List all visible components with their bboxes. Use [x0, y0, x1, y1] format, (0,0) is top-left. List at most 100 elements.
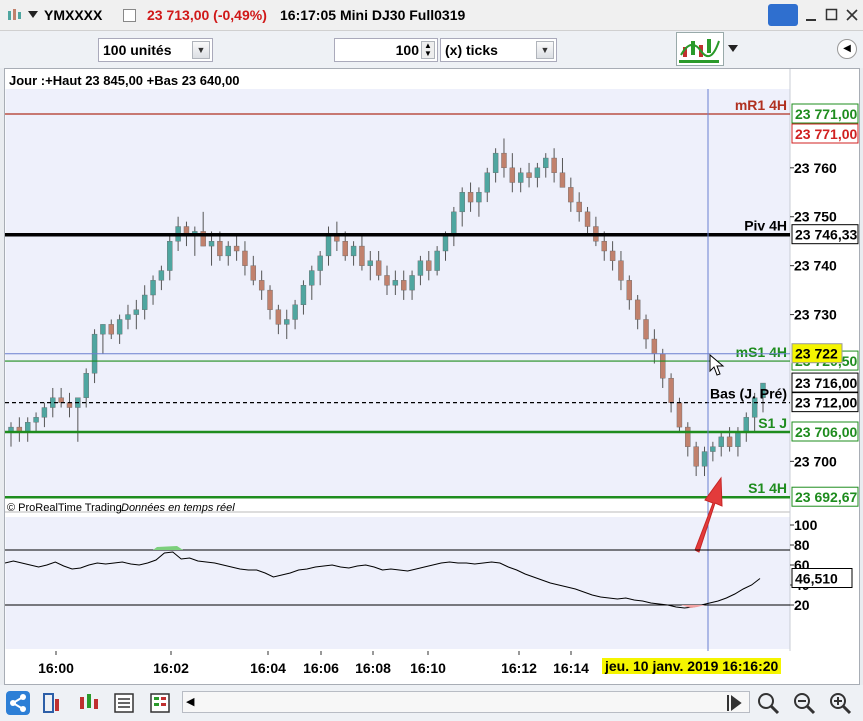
keyboard-icon[interactable]	[768, 4, 798, 26]
candle-body	[66, 402, 73, 408]
toolbar: 100 unités ▼ 100 ▲ ▼ (x) ticks ▼ ◀	[0, 31, 863, 68]
candle-body	[618, 260, 624, 281]
candle-body	[626, 280, 633, 301]
time-tick-label: 16:04	[250, 660, 286, 676]
candle-body	[701, 451, 708, 467]
candle-body	[501, 152, 507, 169]
candle-body	[384, 275, 390, 286]
candle-body	[609, 250, 616, 261]
candle-body	[141, 294, 148, 310]
dropdown-arrow-icon[interactable]	[28, 11, 38, 19]
candle-body	[401, 280, 407, 291]
price-tick-label: 23 750	[794, 209, 837, 225]
candle-body	[551, 157, 557, 173]
share-icon[interactable]	[6, 691, 30, 715]
level-price-tag-text: 23 706,00	[795, 424, 857, 440]
checkbox-icon[interactable]	[123, 9, 136, 22]
level-price-tag-text: 23 712,00	[795, 395, 857, 411]
candle-body	[108, 324, 114, 335]
candle-body	[150, 280, 156, 296]
scroll-left-icon[interactable]: ◀	[186, 695, 194, 708]
time-tick-label: 16:00	[38, 660, 74, 676]
candle-body	[660, 353, 666, 379]
candle-body	[685, 426, 691, 447]
candle-body	[58, 397, 64, 403]
oscillator-plot-area[interactable]	[5, 517, 790, 649]
candle-body	[417, 260, 424, 276]
candle-body	[116, 319, 123, 335]
candle-body	[100, 324, 106, 335]
instrument-name: Mini DJ30 Full0319	[340, 7, 466, 23]
candle-body	[735, 431, 741, 447]
time-tick-label: 16:12	[501, 660, 537, 676]
chevron-down-icon[interactable]: ▼	[536, 41, 554, 59]
candle-body	[158, 270, 165, 281]
candle-body	[409, 275, 415, 291]
candle-body	[233, 245, 240, 252]
time-tick-label: 16:06	[303, 660, 339, 676]
zoom-out-icon[interactable]	[792, 691, 816, 715]
orders-icon[interactable]	[148, 691, 172, 715]
candle-body	[651, 338, 658, 354]
candle-body	[292, 304, 298, 320]
scroll-right-icon[interactable]	[722, 691, 746, 715]
scroll-up-button[interactable]: ◀	[837, 39, 857, 59]
chart-panel[interactable]: mR1 4H 23 771,00 23 771,00 Piv 4H 23 746,33 m…	[4, 68, 860, 685]
candle-body	[526, 172, 532, 178]
candle-body	[434, 250, 440, 271]
stepper-icon[interactable]: ▲ ▼	[421, 41, 435, 59]
candle-body	[459, 192, 465, 213]
horizontal-scrollbar[interactable]: ◀	[182, 691, 750, 713]
minimize-icon[interactable]	[805, 10, 819, 22]
close-icon[interactable]	[845, 8, 859, 22]
candle-body	[41, 407, 48, 418]
candle-body	[33, 417, 39, 423]
candle-body	[300, 285, 307, 306]
oscillator-tick-label: 20	[794, 597, 810, 613]
bottom-toolbar: ◀	[0, 685, 863, 721]
candle-body	[693, 446, 699, 467]
zoom-in-icon[interactable]	[828, 691, 852, 715]
ticks-input[interactable]: 100 ▲ ▼	[334, 38, 438, 62]
zoom-fit-icon[interactable]	[756, 691, 780, 715]
oscillator-value-tag-text: 46,510	[795, 571, 838, 587]
crosshair-price-tag-text: 23 722	[795, 346, 838, 362]
candle-body	[83, 373, 89, 398]
candle-body	[217, 240, 223, 257]
level-price-tag-text: 23 771,00	[795, 126, 857, 142]
price-change: 23 713,00 (-0,49%)	[147, 7, 267, 23]
chart-type-button[interactable]	[676, 32, 724, 66]
price-plot-area[interactable]	[5, 89, 790, 496]
candle-body	[267, 289, 273, 310]
candle-body	[334, 236, 340, 242]
current-price-tag-text: 23 716,00	[795, 375, 857, 391]
candle-body	[634, 299, 641, 320]
candle-body	[250, 265, 257, 281]
list-icon[interactable]	[112, 691, 136, 715]
price-chart[interactable]: mR1 4H 23 771,00 23 771,00 Piv 4H 23 746,33 m…	[5, 69, 859, 684]
candle-body	[509, 167, 516, 183]
level-price-tag-text: 23 771,00	[795, 106, 857, 122]
candles-icon[interactable]	[76, 691, 100, 715]
candle-body	[325, 236, 332, 257]
clock: 16:17:05	[280, 7, 337, 23]
level-label: S1 4H	[748, 480, 787, 496]
chart-type-icon	[679, 39, 720, 63]
candle-body	[710, 446, 716, 452]
candle-body	[476, 192, 482, 203]
chevron-down-icon[interactable]: ▼	[192, 41, 210, 59]
maximize-icon[interactable]	[825, 8, 839, 22]
time-tick-label: 16:02	[153, 660, 189, 676]
indicator-icon[interactable]	[40, 691, 64, 715]
units-select[interactable]: 100 unités ▼	[98, 38, 213, 62]
candle-body	[426, 260, 432, 271]
tool-icon[interactable]	[6, 7, 22, 23]
copyright-text: © ProRealTime Trading	[7, 502, 122, 514]
level-label: Bas (J. Pré)	[710, 386, 787, 402]
candle-body	[718, 436, 724, 447]
ticks-select[interactable]: (x) ticks ▼	[440, 38, 557, 62]
candle-body	[133, 309, 140, 315]
symbol-label[interactable]: YMXXXX	[44, 7, 102, 23]
price-tick-label: 23 700	[794, 453, 837, 469]
chevron-down-icon[interactable]	[728, 45, 738, 53]
